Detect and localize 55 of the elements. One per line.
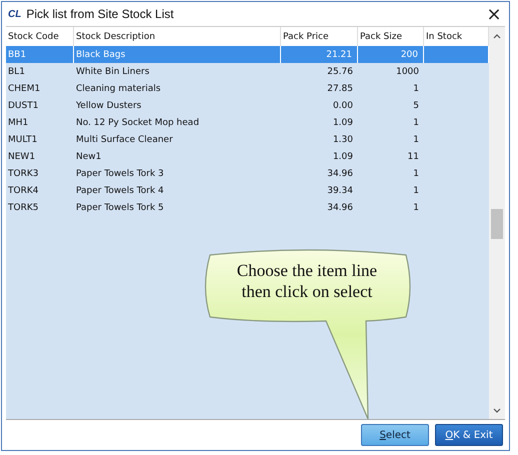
table-cell-text: MH1 <box>7 116 30 130</box>
table-cell-text: Yellow Dusters <box>75 100 142 112</box>
table-cell-text: 25.76 <box>326 66 354 78</box>
table-cell-text: TORK4 <box>7 184 40 198</box>
table-cell-text: 1000 <box>395 66 420 78</box>
table-cell-text: 34.96 <box>326 202 354 214</box>
scrollbar[interactable] <box>489 27 505 419</box>
scroll-thumb[interactable] <box>491 209 503 239</box>
table-cell-text: New1 <box>75 150 102 164</box>
table-row[interactable]: MH1 No. 12 Py Socket Mop head 1.09 1 <box>6 114 489 131</box>
table-cell-text: 27.85 <box>326 82 354 96</box>
table-cell-text: White Bin Liners <box>75 66 150 78</box>
scroll-up-icon[interactable] <box>493 34 501 39</box>
table-cell-text: 1 <box>412 82 420 96</box>
table-cell-text: Paper Towels Tork 3 <box>75 168 165 180</box>
table-cell-text: 1 <box>412 116 420 130</box>
table-cell-text: NEW1 <box>7 150 36 164</box>
table-cell-text: 11 <box>406 150 420 164</box>
table-cell-text: No. 12 Py Socket Mop head <box>75 116 200 130</box>
dialog-button[interactable]: OK & Exit <box>435 424 503 446</box>
app-logo: CL <box>8 8 22 20</box>
table-cell-text: DUST1 <box>7 100 40 112</box>
close-button[interactable]: × <box>479 2 509 26</box>
scroll-down-icon[interactable] <box>493 408 501 413</box>
callout-text: Choose the item line then click on select <box>236 260 378 302</box>
table-row[interactable]: BL1 White Bin Liners 25.76 1000 <box>6 63 489 80</box>
table-cell-text: 1.09 <box>332 150 354 164</box>
table-cell-text: Cleaning materials <box>75 82 162 96</box>
table-cell-text: TORK3 <box>7 168 40 180</box>
table-cell-text: BL1 <box>7 66 26 78</box>
table-cell-text: 1 <box>412 184 420 198</box>
table-cell-text: 1.30 <box>332 134 354 146</box>
table-cell-text: 5 <box>412 100 420 112</box>
table-row[interactable]: MULT1 Multi Surface Cleaner 1.30 1 <box>6 131 489 148</box>
window-title: Pick list from Site Stock List <box>26 7 174 21</box>
table-row[interactable]: DUST1 Yellow Dusters 0.00 5 <box>6 97 489 114</box>
table-cell-text: 1 <box>412 202 420 214</box>
table-cell-text: 34.96 <box>326 168 354 180</box>
table-cell-text: Paper Towels Tork 5 <box>75 202 165 214</box>
dialog-button[interactable]: Select <box>361 424 429 446</box>
table-cell-text: 39.34 <box>326 184 354 198</box>
table-cell-text: Multi Surface Cleaner <box>75 134 174 146</box>
table-row[interactable]: TORK5 Paper Towels Tork 5 34.96 1 <box>6 199 489 216</box>
table-cell-text: MULT1 <box>7 134 38 146</box>
table-row[interactable]: NEW1 New1 1.09 11 <box>6 148 489 165</box>
table-cell-text: 1 <box>412 134 420 146</box>
table-cell-text: 0.00 <box>332 100 354 112</box>
table-row[interactable]: CHEM1 Cleaning materials 27.85 1 <box>6 80 489 97</box>
table-row[interactable]: TORK4 Paper Towels Tork 4 39.34 1 <box>6 182 489 199</box>
table-cell-text: 1.09 <box>332 116 354 130</box>
table-cell-text: TORK5 <box>7 202 40 214</box>
table-cell-text: 1 <box>412 168 420 180</box>
table-cell-text: Paper Towels Tork 4 <box>75 184 165 198</box>
table-cell-text: CHEM1 <box>7 82 42 96</box>
table-row[interactable]: TORK3 Paper Towels Tork 3 34.96 1 <box>6 165 489 182</box>
